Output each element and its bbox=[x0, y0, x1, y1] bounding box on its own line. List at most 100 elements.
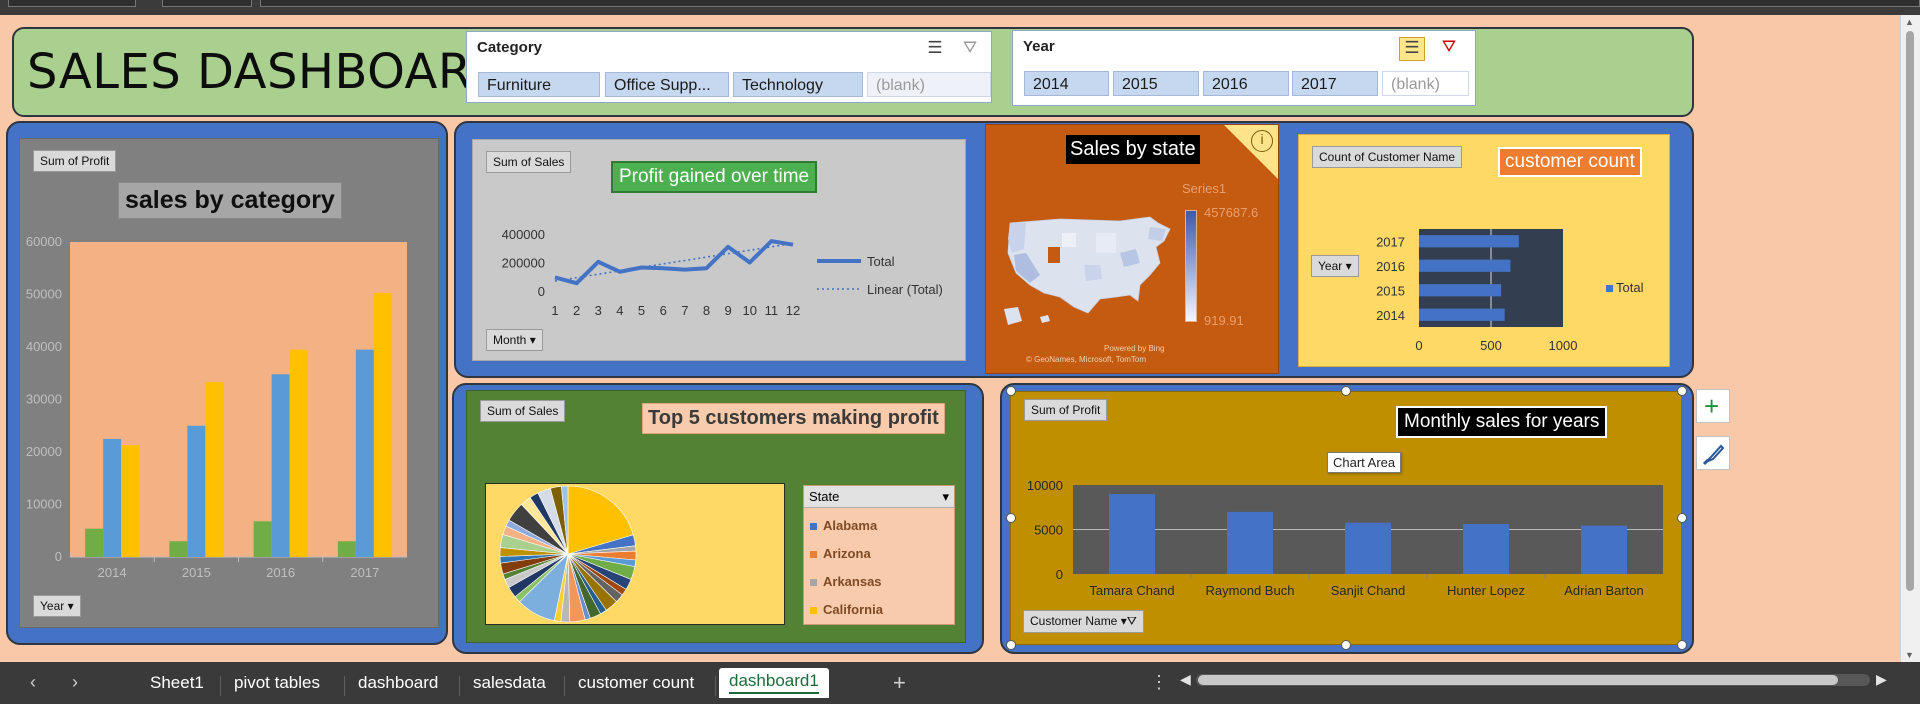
multi-select-icon[interactable]: ☰ bbox=[922, 38, 948, 62]
horizontal-scrollbar[interactable]: ◀ ▶ bbox=[1180, 671, 1890, 687]
bar bbox=[1419, 259, 1511, 272]
scroll-right-icon[interactable]: ▶ bbox=[1876, 671, 1887, 688]
legend-item[interactable]: California bbox=[810, 596, 948, 624]
slicer-header: Category bbox=[477, 39, 543, 56]
resize-handle[interactable] bbox=[1341, 640, 1351, 650]
x-tick-label: 9 bbox=[724, 303, 731, 318]
y-tick-label: 2017 bbox=[1376, 234, 1405, 249]
sheet-tab-salesdata[interactable]: salesdata bbox=[473, 670, 546, 696]
legend-item[interactable]: Arkansas bbox=[810, 568, 948, 596]
clear-filter-icon[interactable]: ⛛ bbox=[1436, 37, 1462, 61]
legend-label: Total bbox=[867, 254, 895, 269]
bar bbox=[103, 438, 122, 557]
scroll-left-icon[interactable]: ◀ bbox=[1180, 671, 1191, 688]
chart-title: Top 5 customers making profit bbox=[642, 403, 945, 434]
vertical-scrollbar[interactable]: ▲ ▼ bbox=[1900, 15, 1920, 662]
resize-handle[interactable] bbox=[1006, 640, 1016, 650]
prev-sheet-icon[interactable]: ‹ bbox=[30, 672, 36, 693]
field-button-sum-of-sales[interactable]: Sum of Sales bbox=[480, 400, 566, 422]
slicer-item-2014[interactable]: 2014 bbox=[1024, 71, 1109, 96]
chart-styles-button[interactable] bbox=[1696, 436, 1730, 470]
more-options-icon[interactable]: ⋮ bbox=[1150, 672, 1168, 693]
slicer-item-office-supplies[interactable]: Office Supp... bbox=[605, 72, 729, 97]
legend-item[interactable]: Alabama bbox=[810, 512, 948, 540]
legend-item[interactable]: Arizona bbox=[810, 540, 948, 568]
x-tick-label: 2015 bbox=[182, 565, 211, 580]
pie-plot-area bbox=[485, 483, 785, 625]
vertical-scroll-thumb[interactable] bbox=[1906, 31, 1914, 591]
name-box[interactable] bbox=[8, 0, 136, 7]
dropdown-icon[interactable]: ▾ bbox=[942, 489, 949, 505]
sheet-tab-dashboard[interactable]: dashboard bbox=[358, 670, 438, 696]
slicer-item-furniture[interactable]: Furniture bbox=[478, 72, 600, 97]
sheet-tab-sheet1[interactable]: Sheet1 bbox=[150, 670, 204, 696]
month-filter-button[interactable]: Month ▾ bbox=[486, 329, 543, 351]
x-tick-label: 5 bbox=[638, 303, 645, 318]
scroll-up-icon[interactable]: ▲ bbox=[1905, 17, 1914, 27]
x-tick-label: 2016 bbox=[266, 565, 295, 580]
y-tick-label: 200000 bbox=[502, 256, 545, 271]
legend-header[interactable]: State ▾ bbox=[804, 486, 954, 508]
resize-handle[interactable] bbox=[1677, 386, 1687, 396]
customer-count-chart[interactable]: Count of Customer Name customer count 05… bbox=[1298, 134, 1670, 367]
bar bbox=[337, 541, 356, 557]
bar bbox=[373, 292, 392, 557]
function-box[interactable] bbox=[162, 0, 252, 7]
series-label: Series1 bbox=[1182, 181, 1227, 196]
filter-label: Year bbox=[1318, 259, 1343, 273]
resize-handle[interactable] bbox=[1006, 513, 1016, 523]
sheet-tab-customer-count[interactable]: customer count bbox=[578, 670, 694, 696]
x-tick-label: 500 bbox=[1480, 338, 1502, 353]
customer-name-filter-button[interactable]: Customer Name ▾⛛ bbox=[1023, 610, 1144, 633]
year-filter-button[interactable]: Year ▾ bbox=[1311, 255, 1359, 277]
bar bbox=[355, 349, 374, 557]
slicer-item-2017[interactable]: 2017 bbox=[1292, 71, 1378, 96]
resize-handle[interactable] bbox=[1341, 386, 1351, 396]
y-tick-label: 400000 bbox=[502, 227, 545, 242]
slicer-item-blank[interactable]: (blank) bbox=[1382, 71, 1469, 96]
sheet-tab-dashboard1[interactable]: dashboard1 bbox=[719, 668, 829, 698]
legend-label: Total bbox=[1616, 280, 1644, 295]
formula-input[interactable] bbox=[260, 0, 1920, 7]
horizontal-scroll-thumb[interactable] bbox=[1198, 675, 1838, 685]
legend-swatch bbox=[810, 607, 817, 615]
next-sheet-icon[interactable]: › bbox=[72, 672, 78, 693]
formula-bar-strip bbox=[0, 0, 1920, 15]
category-bar-chart: 0 10000 20000 30000 40000 50000 60000 2014 2015 2… bbox=[26, 234, 407, 580]
legend-label: Arizona bbox=[823, 546, 871, 561]
chart-elements-button[interactable]: + bbox=[1696, 389, 1730, 423]
dashboard-title: SALES DASHBOARD bbox=[27, 44, 510, 100]
clear-filter-icon[interactable]: ⛛ bbox=[957, 38, 983, 62]
add-sheet-icon[interactable]: + bbox=[893, 670, 906, 696]
year-filter-button[interactable]: Year ▾ bbox=[33, 595, 81, 617]
slicer-item-blank[interactable]: (blank) bbox=[867, 72, 991, 97]
slicer-item-technology[interactable]: Technology bbox=[733, 72, 863, 97]
bar bbox=[1345, 522, 1391, 574]
slicer-header: Year bbox=[1023, 38, 1055, 55]
year-slicer[interactable]: Year ☰ ⛛ 2014 2015 2016 2017 (blank) bbox=[1012, 30, 1476, 106]
slicer-item-2015[interactable]: 2015 bbox=[1113, 71, 1199, 96]
resize-handle[interactable] bbox=[1677, 513, 1687, 523]
resize-handle[interactable] bbox=[1006, 386, 1016, 396]
slicer-item-2016[interactable]: 2016 bbox=[1203, 71, 1289, 96]
category-chart[interactable]: Sum of Profit sales by category 0 10000 20… bbox=[19, 138, 439, 628]
multi-select-icon[interactable]: ☰ bbox=[1399, 37, 1425, 61]
x-tick-label: 3 bbox=[595, 303, 602, 318]
chart-title: Sales by state bbox=[1066, 135, 1200, 164]
bar bbox=[1581, 525, 1627, 574]
monthly-chart[interactable]: Sum of Profit Monthly sales for years Ch… bbox=[1010, 391, 1682, 645]
profit-time-chart[interactable]: Sum of Sales Profit gained over time 0 20… bbox=[472, 139, 966, 361]
scroll-down-icon[interactable]: ▼ bbox=[1905, 650, 1914, 660]
tab-separator bbox=[220, 676, 221, 696]
legend-swatch bbox=[810, 579, 817, 587]
sheet-tab-pivot-tables[interactable]: pivot tables bbox=[234, 670, 320, 696]
resize-handle[interactable] bbox=[1677, 640, 1687, 650]
category-slicer[interactable]: Category ☰ ⛛ Furniture Office Supp... Te… bbox=[466, 31, 992, 103]
state-map-chart[interactable]: i Sales by state Series1 457687.6 919.91… bbox=[985, 124, 1279, 374]
y-tick-label: 2014 bbox=[1376, 308, 1405, 323]
info-icon[interactable]: i bbox=[1251, 130, 1273, 152]
filter-icon: ▾⛛ bbox=[1120, 614, 1137, 628]
bar bbox=[1419, 235, 1519, 248]
top5-chart[interactable]: Sum of Sales Top 5 customers making prof… bbox=[466, 390, 966, 643]
x-tick-label: 11 bbox=[765, 303, 779, 318]
